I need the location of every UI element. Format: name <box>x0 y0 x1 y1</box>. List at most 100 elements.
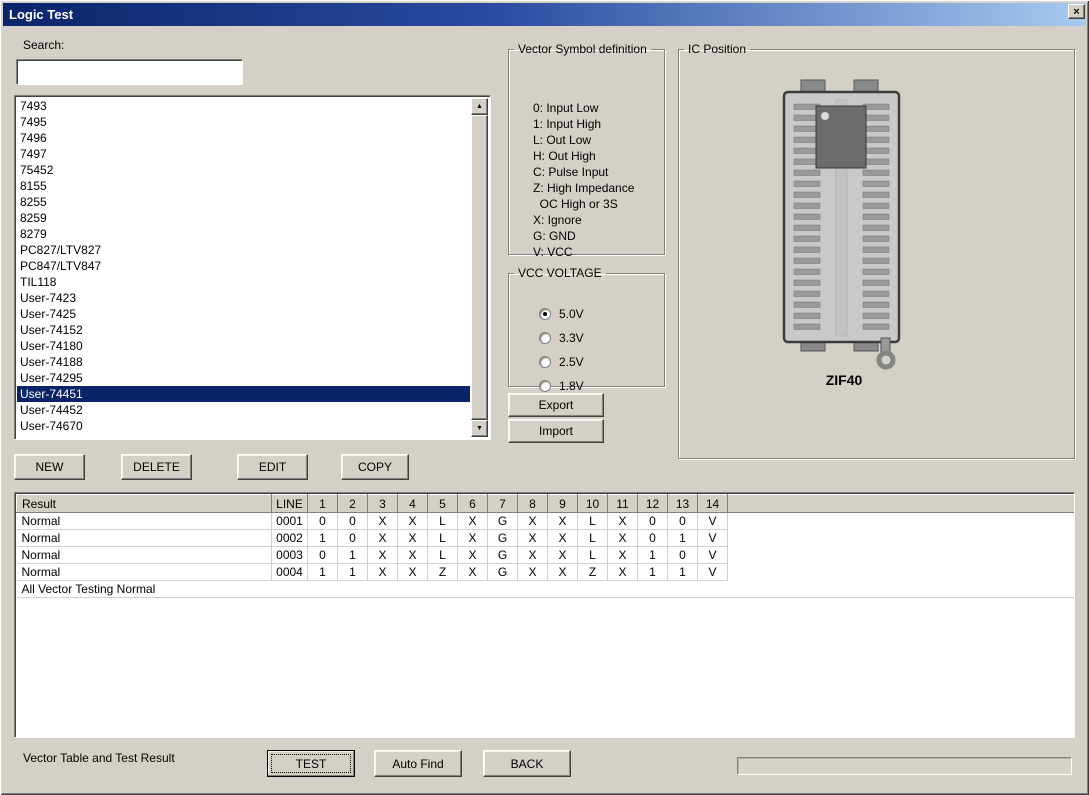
list-item[interactable]: User-74452 <box>17 402 470 418</box>
vector-cell: L <box>428 530 458 547</box>
column-header[interactable]: 12 <box>638 495 668 513</box>
radio-icon[interactable] <box>539 308 551 320</box>
list-item[interactable]: PC827/LTV827 <box>17 242 470 258</box>
delete-button[interactable]: DELETE <box>121 454 192 480</box>
result-table-panel: ResultLINE1234567891011121314 Normal0001… <box>14 492 1075 738</box>
line-cell: 0003 <box>272 547 308 564</box>
vector-cell: L <box>578 513 608 530</box>
table-row[interactable]: Normal000210XXLXGXXLX01V <box>17 530 1075 547</box>
table-row[interactable]: Normal000100XXLXGXXLX00V <box>17 513 1075 530</box>
column-header[interactable]: 14 <box>698 495 728 513</box>
column-header[interactable]: 2 <box>338 495 368 513</box>
list-item[interactable]: User-7423 <box>17 290 470 306</box>
list-item[interactable]: 75452 <box>17 162 470 178</box>
vector-cell: X <box>458 530 488 547</box>
result-rows: Normal000100XXLXGXXLX00VNormal000210XXLX… <box>17 513 1075 598</box>
vcc-option-label: 2.5V <box>559 355 584 369</box>
vcc-option-5.0V[interactable]: 5.0V <box>539 302 584 326</box>
column-header[interactable]: 10 <box>578 495 608 513</box>
close-button[interactable]: × <box>1068 4 1085 19</box>
list-item[interactable]: User-74188 <box>17 354 470 370</box>
vector-cell: X <box>608 547 638 564</box>
radio-icon[interactable] <box>539 332 551 344</box>
vector-cell: X <box>548 513 578 530</box>
socket-label: ZIF40 <box>759 372 929 388</box>
vector-cell: X <box>518 513 548 530</box>
list-item[interactable]: User-74180 <box>17 338 470 354</box>
vector-symbol-line: L: Out Low <box>533 132 634 148</box>
column-header[interactable]: 3 <box>368 495 398 513</box>
import-button[interactable]: Import <box>508 419 604 443</box>
radio-icon[interactable] <box>539 380 551 392</box>
copy-button[interactable]: COPY <box>341 454 409 480</box>
radio-icon[interactable] <box>539 356 551 368</box>
column-header[interactable]: 11 <box>608 495 638 513</box>
pin1-dot <box>821 112 829 120</box>
list-item[interactable]: 8259 <box>17 210 470 226</box>
edit-button[interactable]: EDIT <box>237 454 308 480</box>
scroll-up-button[interactable]: ▲ <box>471 98 488 115</box>
vcc-option-2.5V[interactable]: 2.5V <box>539 350 584 374</box>
list-item[interactable]: User-74295 <box>17 370 470 386</box>
list-item[interactable]: 8255 <box>17 194 470 210</box>
column-header[interactable]: Result <box>17 495 272 513</box>
list-item[interactable]: 7495 <box>17 114 470 130</box>
vector-cell: L <box>428 547 458 564</box>
vcc-option-3.3V[interactable]: 3.3V <box>539 326 584 350</box>
vector-cell: G <box>488 564 518 581</box>
column-header[interactable]: 5 <box>428 495 458 513</box>
ic-position-group-title: IC Position <box>684 42 750 56</box>
result-table: ResultLINE1234567891011121314 Normal0001… <box>16 494 1075 598</box>
test-button[interactable]: TEST <box>267 750 355 777</box>
scrollbar-thumb[interactable] <box>471 115 488 420</box>
scrollbar[interactable]: ▲ ▼ <box>471 98 488 437</box>
column-header[interactable]: 13 <box>668 495 698 513</box>
logic-test-window: Logic Test × Search: 7493749574967497754… <box>0 0 1089 795</box>
list-item[interactable]: User-7425 <box>17 306 470 322</box>
new-button[interactable]: NEW <box>14 454 85 480</box>
column-header[interactable]: 7 <box>488 495 518 513</box>
column-header[interactable]: 1 <box>308 495 338 513</box>
vector-cell: 1 <box>308 530 338 547</box>
vector-symbol-lines: 0: Input Low1: Input HighL: Out LowH: Ou… <box>533 100 634 260</box>
export-button[interactable]: Export <box>508 393 604 417</box>
list-item[interactable]: 7497 <box>17 146 470 162</box>
summary-row: All Vector Testing Normal <box>17 581 1075 598</box>
search-input[interactable] <box>16 59 243 85</box>
progress-bar <box>737 757 1072 775</box>
table-row[interactable]: Normal000301XXLXGXXLX10V <box>17 547 1075 564</box>
vector-cell: L <box>578 530 608 547</box>
result-cell: Normal <box>17 530 272 547</box>
column-header[interactable]: 4 <box>398 495 428 513</box>
vector-cell: V <box>698 513 728 530</box>
vector-symbol-group-title: Vector Symbol definition <box>514 42 651 56</box>
column-header-filler <box>728 495 1075 513</box>
back-button[interactable]: BACK <box>483 750 571 777</box>
column-header[interactable]: 6 <box>458 495 488 513</box>
summary-text: All Vector Testing Normal <box>17 581 1075 598</box>
vector-cell: X <box>608 564 638 581</box>
table-row[interactable]: Normal000411XXZXGXXZX11V <box>17 564 1075 581</box>
vector-cell: X <box>608 513 638 530</box>
list-item[interactable]: User-74451 <box>17 386 470 402</box>
list-item[interactable]: User-74670 <box>17 418 470 434</box>
arrow-up-icon: ▲ <box>476 103 483 110</box>
vector-cell: X <box>398 547 428 564</box>
vector-cell: L <box>578 547 608 564</box>
column-header[interactable]: LINE <box>272 495 308 513</box>
column-header[interactable]: 8 <box>518 495 548 513</box>
list-item[interactable]: 8155 <box>17 178 470 194</box>
vector-cell: X <box>458 513 488 530</box>
list-item[interactable]: 7493 <box>17 98 470 114</box>
list-item[interactable]: 7496 <box>17 130 470 146</box>
list-item[interactable]: TIL118 <box>17 274 470 290</box>
vector-cell: X <box>398 513 428 530</box>
auto-find-button[interactable]: Auto Find <box>374 750 462 777</box>
scroll-down-button[interactable]: ▼ <box>471 420 488 437</box>
list-item[interactable]: User-74152 <box>17 322 470 338</box>
filler-cell <box>728 547 1075 564</box>
column-header[interactable]: 9 <box>548 495 578 513</box>
vector-cell: 1 <box>308 564 338 581</box>
list-item[interactable]: PC847/LTV847 <box>17 258 470 274</box>
list-item[interactable]: 8279 <box>17 226 470 242</box>
